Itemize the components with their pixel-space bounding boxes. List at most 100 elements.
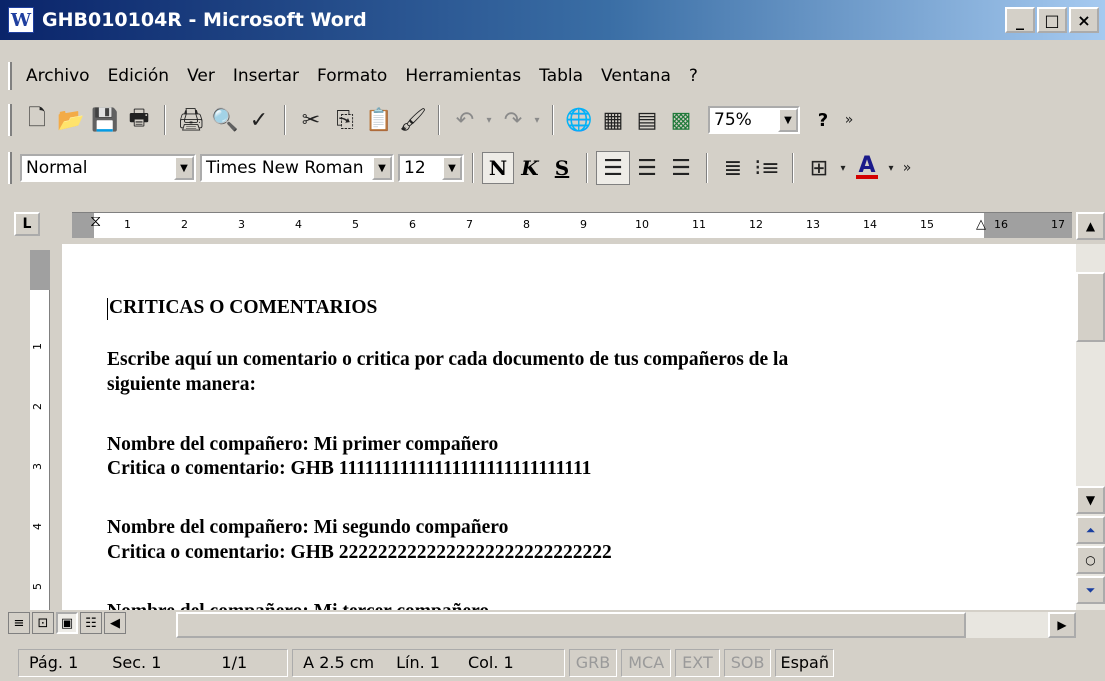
menu-help[interactable]: ?: [689, 66, 698, 86]
zoom-select[interactable]: 75% ▼: [708, 106, 800, 134]
normal-view-icon[interactable]: ≡: [8, 612, 30, 634]
horizontal-scroll-thumb[interactable]: [176, 612, 966, 638]
vertical-scrollbar[interactable]: ▼ ⏶ ○ ⏷: [1076, 244, 1105, 610]
chevron-down-icon[interactable]: ▼: [372, 156, 392, 180]
status-page-section: Pág. 1 Sec. 1 1/1: [18, 648, 289, 677]
word-doc-icon[interactable]: W: [8, 7, 34, 33]
align-right-icon[interactable]: ☰: [664, 151, 698, 185]
standard-toolbar: 🗋 📂 💾 🖶 🖨 🔍 ✓ ✂ ⎘ 📋 🖌 ↶ ▾ ↷ ▾ 🌐 ▦ ▤ ▩ 75…: [0, 98, 1105, 142]
toolbar-separator: [586, 153, 588, 183]
new-doc-icon[interactable]: 🗋: [20, 103, 54, 137]
status-ext[interactable]: EXT: [675, 648, 720, 677]
window-controls: _ □ ×: [1005, 7, 1099, 33]
insert-excel-icon[interactable]: ▩: [664, 103, 698, 137]
insert-table-icon[interactable]: ▤: [630, 103, 664, 137]
scroll-right-button[interactable]: ▶: [1048, 612, 1076, 638]
chevron-down-icon[interactable]: ▼: [442, 156, 462, 180]
tables-borders-icon[interactable]: ▦: [596, 103, 630, 137]
scroll-down-button[interactable]: ▼: [1076, 486, 1105, 514]
redo-dropdown-icon[interactable]: ▾: [530, 103, 544, 137]
outline-view-icon[interactable]: ☷: [80, 612, 102, 634]
status-at: A 2.5 cm: [303, 653, 375, 672]
toolbar-overflow-icon[interactable]: »: [840, 103, 858, 137]
scroll-up-button[interactable]: ▲: [1076, 212, 1105, 240]
cut-icon[interactable]: ✂: [294, 103, 328, 137]
status-language[interactable]: Españ: [775, 648, 834, 677]
web-view-icon[interactable]: ⊡: [32, 612, 54, 634]
browse-object-icon[interactable]: ○: [1076, 546, 1105, 574]
menu-formato[interactable]: Formato: [317, 66, 387, 86]
style-select[interactable]: Normal ▼: [20, 154, 196, 182]
tab-selector[interactable]: L: [14, 212, 40, 236]
font-select[interactable]: Times New Roman ▼: [200, 154, 394, 182]
vertical-scroll-thumb[interactable]: [1076, 272, 1105, 342]
right-indent-marker-icon[interactable]: △: [976, 217, 986, 232]
close-icon[interactable]: ×: [1069, 7, 1099, 33]
ruler-number: 9: [580, 218, 587, 231]
entry-name: Nombre del compañero: Mi tercer compañer…: [107, 600, 489, 610]
bold-button[interactable]: N: [482, 152, 514, 184]
menu-grip[interactable]: [8, 62, 12, 90]
spelling-icon[interactable]: ✓: [242, 103, 276, 137]
vertical-ruler-top-margin: [30, 250, 50, 290]
print-icon[interactable]: 🖨: [174, 103, 208, 137]
chevron-down-icon[interactable]: ▼: [174, 156, 194, 180]
font-color-dropdown-icon[interactable]: ▾: [884, 151, 898, 185]
zoom-value: 75%: [714, 110, 752, 130]
borders-dropdown-icon[interactable]: ▾: [836, 151, 850, 185]
horizontal-scrollbar[interactable]: ▶: [176, 612, 1076, 638]
ruler-number: 5: [352, 218, 359, 231]
toolbar-overflow-icon[interactable]: »: [898, 151, 916, 185]
scroll-left-button[interactable]: ◀: [104, 612, 126, 634]
indent-marker-icon[interactable]: ⧖: [90, 211, 101, 231]
menu-ventana[interactable]: Ventana: [601, 66, 671, 86]
font-size-value: 12: [404, 158, 426, 178]
paste-icon[interactable]: 📋: [362, 103, 396, 137]
menu-edicion[interactable]: Edición: [108, 66, 170, 86]
italic-button[interactable]: K: [514, 152, 546, 184]
minimize-icon[interactable]: _: [1005, 7, 1035, 33]
chevron-down-icon[interactable]: ▼: [778, 108, 798, 132]
menu-tabla[interactable]: Tabla: [539, 66, 583, 86]
format-painter-icon[interactable]: 🖌: [396, 103, 430, 137]
align-center-icon[interactable]: ☰: [630, 151, 664, 185]
copy-icon[interactable]: ⎘: [328, 103, 362, 137]
menu-ver[interactable]: Ver: [187, 66, 215, 86]
redo-icon[interactable]: ↷: [496, 103, 530, 137]
font-size-select[interactable]: 12 ▼: [398, 154, 464, 182]
menu-herramientas[interactable]: Herramientas: [405, 66, 521, 86]
menu-archivo[interactable]: Archivo: [26, 66, 90, 86]
bullets-icon[interactable]: ⁝≡: [750, 151, 784, 185]
open-folder-icon[interactable]: 📂: [54, 103, 88, 137]
align-left-icon[interactable]: ☰: [596, 151, 630, 185]
toolbar-separator: [438, 105, 440, 135]
vertical-ruler[interactable]: 1 2 3 4 5: [30, 250, 50, 610]
status-grb[interactable]: GRB: [568, 648, 618, 677]
toolbar-separator: [706, 153, 708, 183]
next-page-icon[interactable]: ⏷: [1076, 576, 1105, 604]
toolbar-grip[interactable]: [8, 104, 12, 136]
undo-dropdown-icon[interactable]: ▾: [482, 103, 496, 137]
maximize-icon[interactable]: □: [1037, 7, 1067, 33]
document-page[interactable]: CRITICAS O COMENTARIOS Escribe aquí un c…: [62, 244, 1076, 610]
status-sob[interactable]: SOB: [723, 648, 772, 677]
underline-button[interactable]: S: [546, 152, 578, 184]
horizontal-ruler[interactable]: ⧖ 1 2 3 4 5 6 7 8 9 10 11 12 13 14 15 △ …: [72, 211, 1072, 238]
undo-icon[interactable]: ↶: [448, 103, 482, 137]
save-icon[interactable]: 💾: [88, 103, 122, 137]
print-layout-icon[interactable]: ▣: [56, 612, 78, 634]
help-icon[interactable]: ?: [806, 103, 840, 137]
borders-icon[interactable]: ⊞: [802, 151, 836, 185]
menu-insertar[interactable]: Insertar: [233, 66, 299, 86]
toolbar-grip[interactable]: [8, 152, 12, 184]
previous-page-icon[interactable]: ⏶: [1076, 516, 1105, 544]
hyperlink-icon[interactable]: 🌐: [562, 103, 596, 137]
vertical-ruler-number: 3: [31, 463, 44, 470]
numbering-icon[interactable]: ≣: [716, 151, 750, 185]
status-mca[interactable]: MCA: [621, 648, 672, 677]
status-col: Col. 1: [467, 653, 514, 672]
horizontal-ruler-area: L ⧖ 1 2 3 4 5 6 7 8 9 10 11 12 13 14 15 …: [0, 206, 1105, 242]
font-color-icon[interactable]: A: [850, 151, 884, 185]
print-preview-icon[interactable]: 🔍: [208, 103, 242, 137]
permission-icon[interactable]: 🖶: [122, 103, 156, 137]
